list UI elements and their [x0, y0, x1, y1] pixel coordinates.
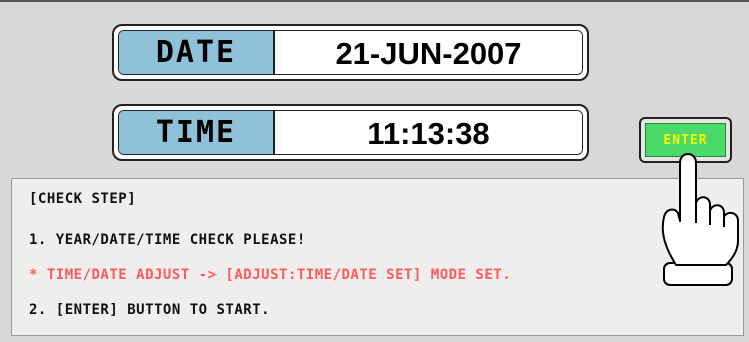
- time-field-inner: TIME 11:13:38: [118, 110, 583, 155]
- time-value: 11:13:38: [275, 111, 582, 154]
- time-label: TIME: [119, 111, 275, 154]
- check-step-note: * TIME/DATE ADJUST -> [ADJUST:TIME/DATE …: [29, 267, 512, 283]
- date-field-inner: DATE 21-JUN-2007: [118, 30, 583, 75]
- check-step-2: 2. [ENTER] BUTTON TO START.: [29, 302, 271, 318]
- pointing-hand-icon: [661, 153, 739, 286]
- date-value: 21-JUN-2007: [275, 31, 582, 74]
- time-field: TIME 11:13:38: [112, 104, 589, 161]
- time-check-screen: DATE 21-JUN-2007 TIME 11:13:38 ENTER [CH…: [0, 0, 749, 342]
- check-step-1: 1. YEAR/DATE/TIME CHECK PLEASE!: [29, 232, 306, 248]
- date-label: DATE: [119, 31, 275, 74]
- check-step-panel: [CHECK STEP] 1. YEAR/DATE/TIME CHECK PLE…: [11, 178, 744, 336]
- date-field: DATE 21-JUN-2007: [112, 24, 589, 81]
- check-step-title: [CHECK STEP]: [29, 191, 137, 207]
